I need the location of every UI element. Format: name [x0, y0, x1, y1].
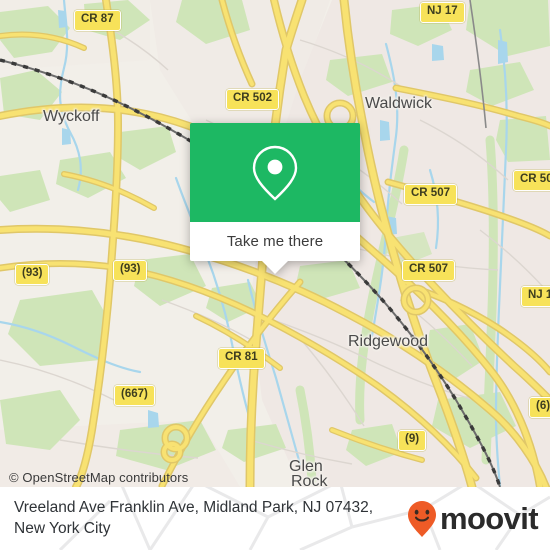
popup-header [190, 123, 360, 222]
popup-pointer-tail [262, 261, 288, 274]
take-me-there-label: Take me there [226, 233, 324, 250]
bottom-info-bar: Vreeland Ave Franklin Ave, Midland Park,… [0, 487, 550, 550]
road-shield: CR 502 [513, 170, 550, 191]
moovit-map-screenshot: © OpenStreetMap contributors CR 87 CR 502… [0, 0, 550, 550]
road-shield: CR 507 [402, 260, 455, 281]
road-shield: CR 81 [218, 348, 265, 369]
road-shield: NJ 17 [521, 286, 550, 307]
map-attribution: © OpenStreetMap contributors [9, 470, 189, 485]
road-shield: (93) [113, 260, 148, 281]
road-shield: (667) [114, 385, 155, 406]
road-shield: CR 87 [74, 10, 121, 31]
moovit-pin-icon [407, 500, 436, 537]
destination-popup-card[interactable]: Take me there [190, 123, 360, 274]
road-shield: CR 502 [226, 89, 279, 110]
road-shield: (93) [15, 264, 50, 285]
road-shield: (9) [398, 430, 427, 451]
popup-footer[interactable]: Take me there [190, 222, 360, 261]
road-shield: CR 507 [404, 184, 457, 205]
place-label: Wyckoff [43, 108, 100, 125]
moovit-wordmark: moovit [439, 501, 539, 536]
moovit-logo[interactable]: moovit [407, 500, 539, 538]
map-pin-icon [252, 145, 298, 201]
place-label: Rock [291, 473, 328, 487]
address-text: Vreeland Ave Franklin Ave, Midland Park,… [14, 498, 401, 539]
place-label: Ridgewood [348, 333, 429, 350]
road-shield: NJ 17 [420, 2, 465, 23]
address-line-1: Vreeland Ave Franklin Ave, Midland Park,… [14, 499, 374, 517]
place-label: Waldwick [365, 95, 432, 112]
road-shield: (6) [529, 397, 550, 418]
address-line-2: New York City [14, 519, 111, 537]
